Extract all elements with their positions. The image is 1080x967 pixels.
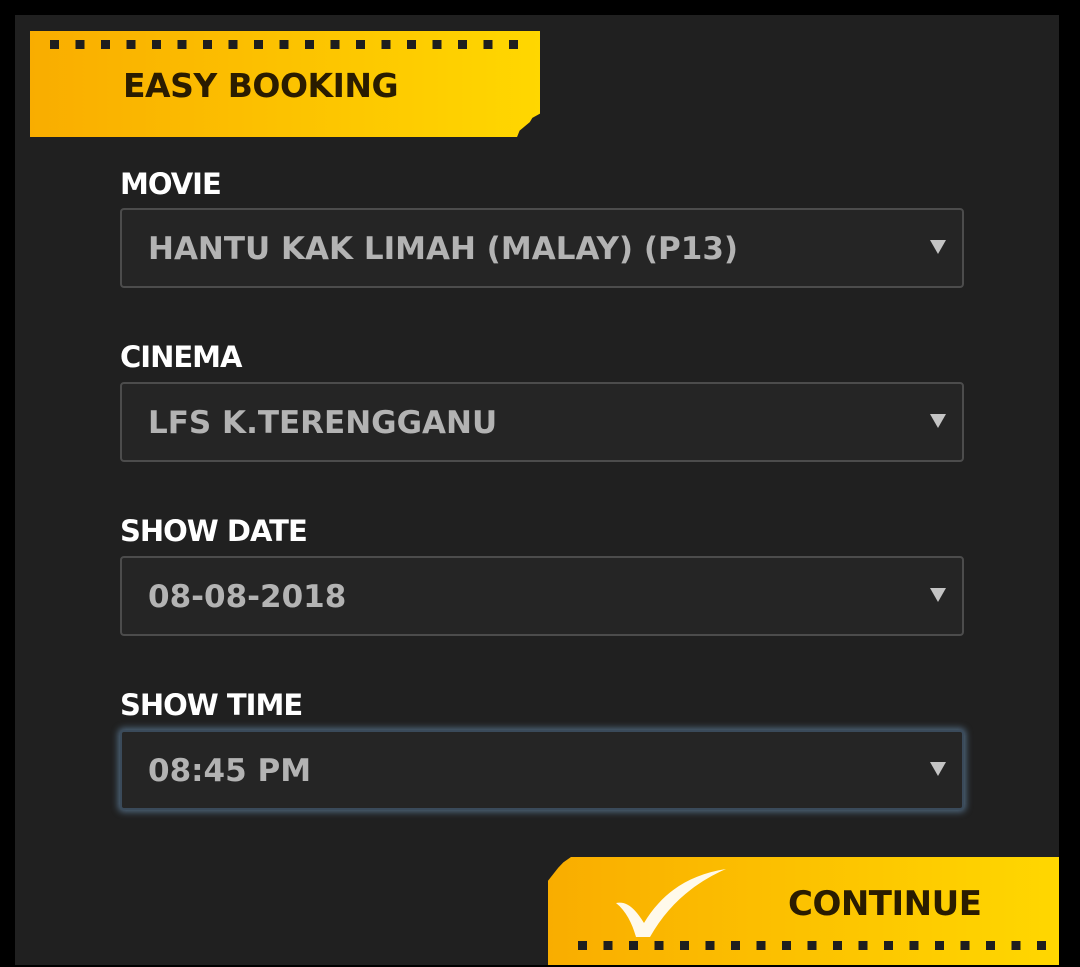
dropdown-arrow-icon [930, 414, 946, 428]
cinema-select[interactable]: LFS K.TERENGGANU [120, 382, 964, 462]
dropdown-arrow-icon [930, 588, 946, 602]
cinema-select-value: LFS K.TERENGGANU [148, 405, 498, 441]
movie-select[interactable]: HANTU KAK LIMAH (MALAY) (P13) [120, 208, 964, 288]
booking-panel: EASY BOOKING MOVIE HANTU KAK LIMAH (MALA… [15, 15, 1059, 965]
film-strip-holes [50, 40, 520, 49]
easy-booking-banner: EASY BOOKING [30, 31, 540, 137]
show-date-select-value: 08-08-2018 [148, 579, 347, 615]
dropdown-arrow-icon [930, 240, 946, 254]
show-date-label: SHOW DATE [120, 514, 308, 548]
movie-label: MOVIE [120, 167, 222, 201]
movie-select-value: HANTU KAK LIMAH (MALAY) (P13) [148, 231, 739, 267]
check-icon [616, 869, 726, 937]
show-time-label: SHOW TIME [120, 688, 303, 722]
continue-label: CONTINUE [788, 884, 982, 924]
film-strip-holes [578, 941, 1048, 950]
show-time-select-value: 08:45 PM [148, 753, 312, 789]
cinema-label: CINEMA [120, 340, 242, 374]
continue-button[interactable]: CONTINUE [548, 857, 1059, 965]
show-time-select[interactable]: 08:45 PM [120, 730, 964, 810]
banner-title: EASY BOOKING [123, 66, 399, 105]
dropdown-arrow-icon [930, 762, 946, 776]
show-date-select[interactable]: 08-08-2018 [120, 556, 964, 636]
